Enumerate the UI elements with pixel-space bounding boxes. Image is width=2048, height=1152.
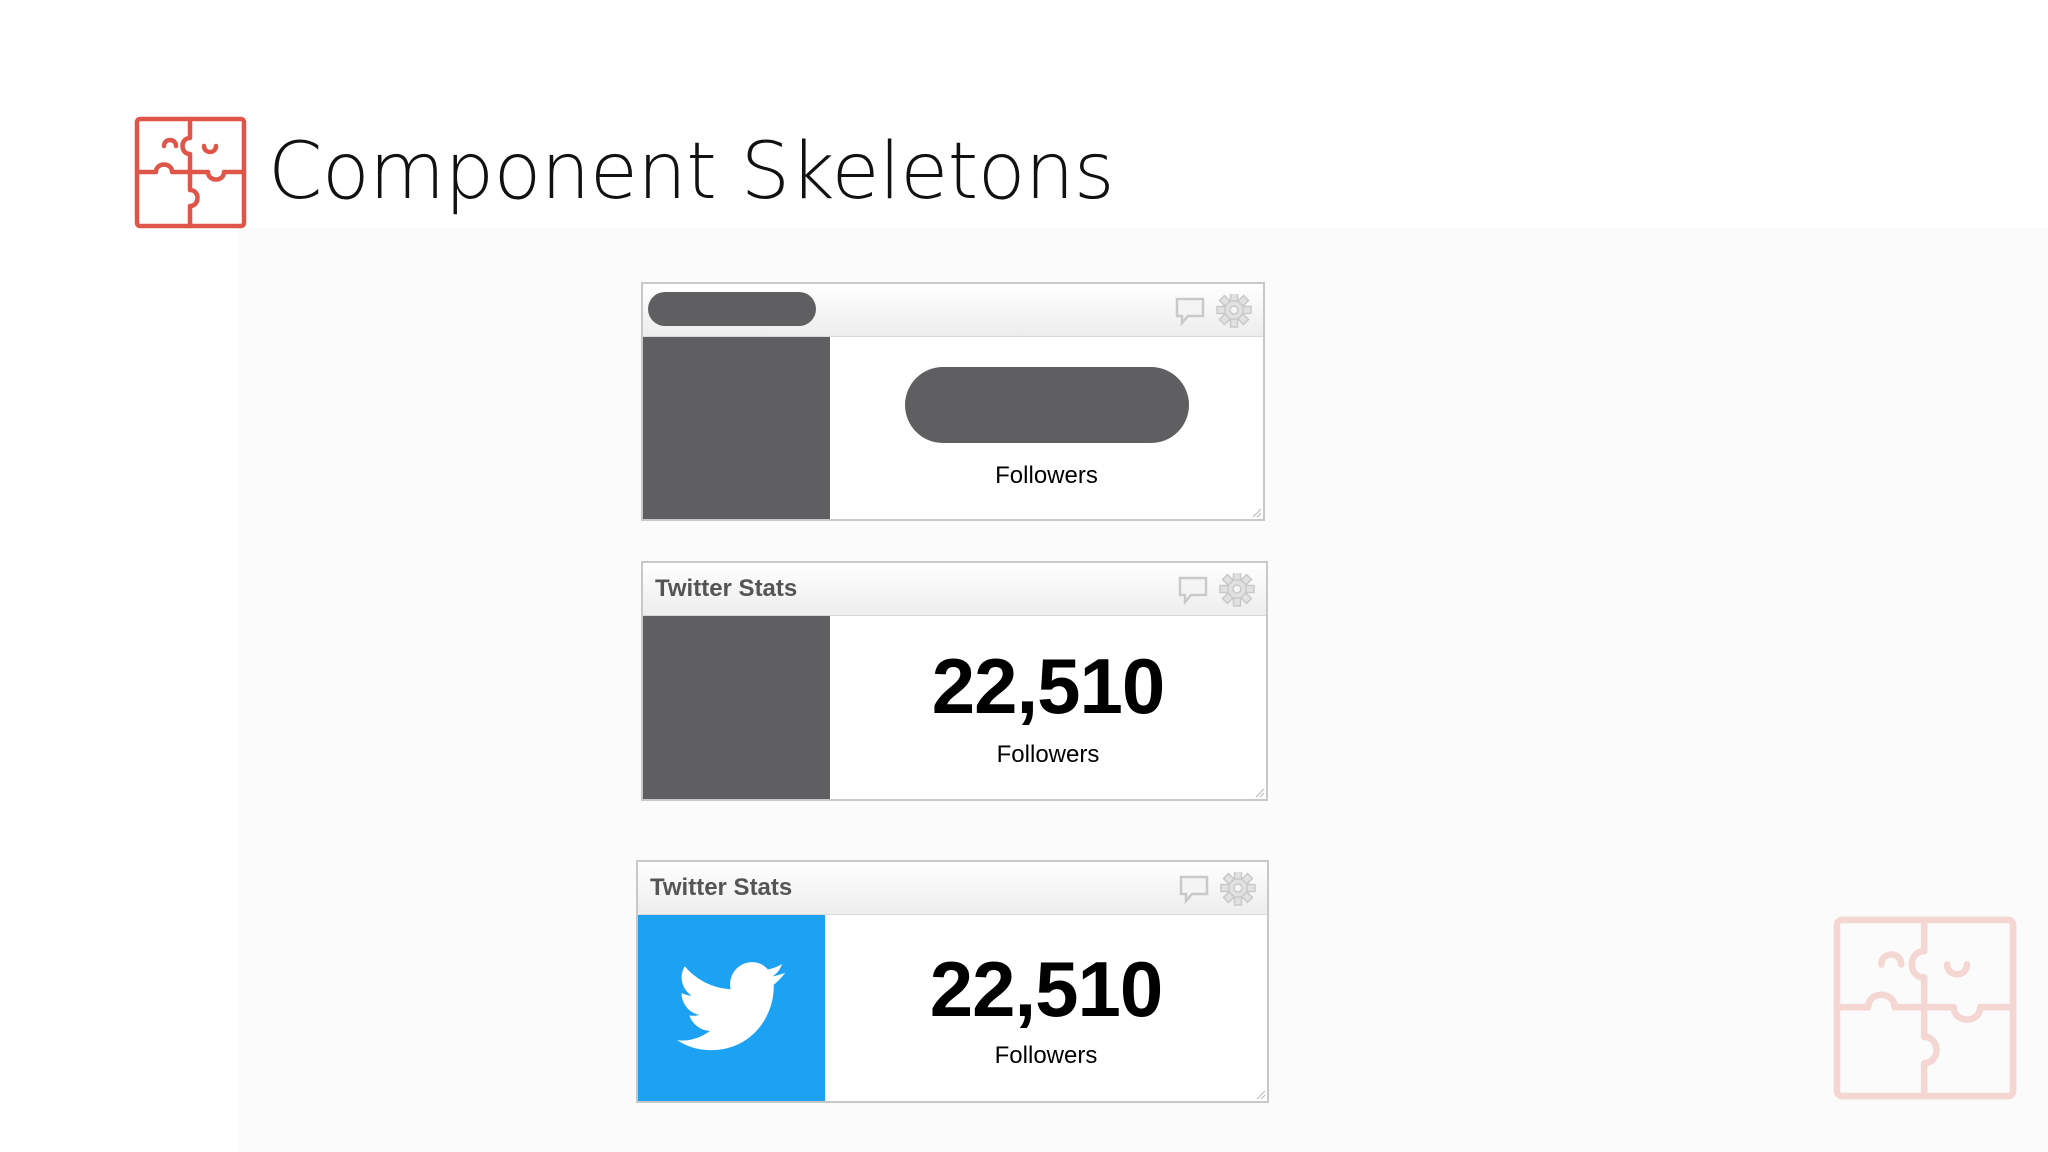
followers-count: 22,510: [931, 642, 1166, 730]
gear-icon[interactable]: [1216, 294, 1252, 328]
gear-icon[interactable]: [1219, 573, 1255, 607]
gear-icon[interactable]: [1220, 872, 1256, 906]
header-icons: [1177, 872, 1259, 906]
widget-data-loaded: Twitter Stats 22,510 Followers: [641, 561, 1268, 801]
followers-count: 22,510: [929, 945, 1164, 1033]
header-icons: [1176, 573, 1258, 607]
widget-header: Twitter Stats: [643, 563, 1266, 616]
comment-icon[interactable]: [1178, 576, 1208, 606]
puzzle-icon: [1832, 915, 2018, 1101]
image-placeholder: [643, 616, 830, 799]
followers-label: Followers: [994, 1042, 1098, 1069]
value-placeholder: [905, 367, 1189, 443]
resize-handle[interactable]: [1254, 1088, 1266, 1100]
image-placeholder: [643, 337, 830, 519]
widget-title: Twitter Stats: [655, 575, 798, 602]
widget-skeleton: Followers: [641, 282, 1265, 521]
twitter-bird-icon: [676, 962, 785, 1051]
slide-title: Component Skeletons: [268, 127, 1115, 217]
resize-handle[interactable]: [1253, 786, 1265, 798]
followers-label: Followers: [996, 741, 1100, 768]
comment-icon[interactable]: [1175, 297, 1205, 327]
twitter-image: [638, 915, 825, 1101]
widget-complete: Twitter Stats 22,510 Followers: [636, 860, 1269, 1103]
followers-label: Followers: [995, 462, 1098, 489]
header-icons: [1173, 294, 1255, 328]
widget-header: Twitter Stats: [638, 862, 1267, 915]
widget-header: [643, 284, 1263, 337]
title-placeholder: [648, 292, 816, 326]
puzzle-icon: [134, 116, 247, 229]
comment-icon[interactable]: [1179, 875, 1209, 905]
widget-title: Twitter Stats: [650, 874, 793, 901]
resize-handle[interactable]: [1250, 506, 1262, 518]
